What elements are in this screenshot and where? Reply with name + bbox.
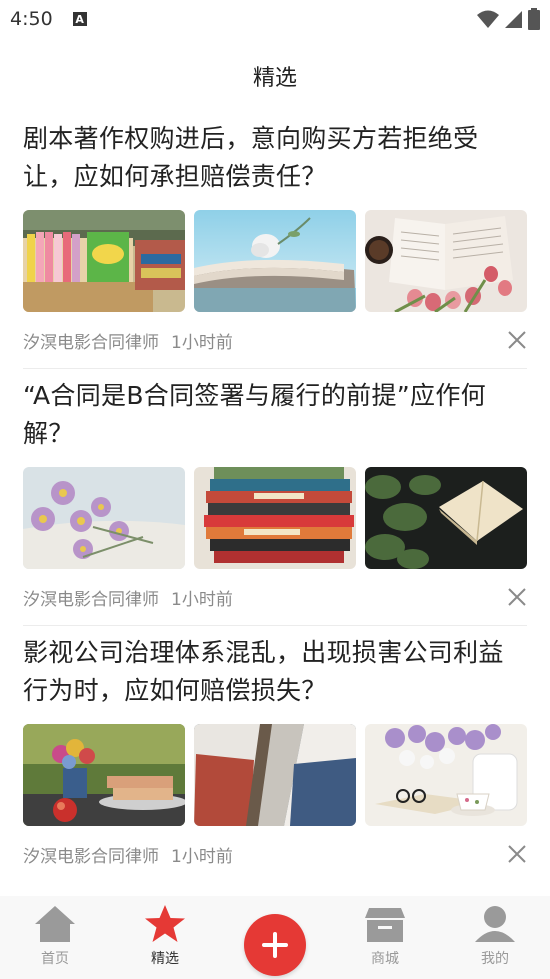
add-button[interactable]	[244, 914, 306, 976]
thumbnail-bookstore[interactable]	[23, 210, 185, 312]
tab-featured[interactable]: 精选	[120, 896, 210, 968]
dismiss-button[interactable]	[507, 844, 527, 864]
article-thumbnails	[23, 467, 527, 569]
status-bar: 4:50 A	[0, 0, 550, 38]
divider	[23, 625, 527, 626]
tab-mall-label: 商城	[371, 951, 399, 967]
article-meta: 汐溟电影合同律师 1小时前	[23, 312, 527, 368]
status-time: 4:50	[10, 8, 53, 30]
article-title[interactable]: 剧本著作权购进后，意向购买方若拒绝受让，应如何承担赔偿责任？	[23, 120, 527, 196]
thumbnail-purple-flowers[interactable]	[23, 467, 185, 569]
thumbnail-rose-on-book[interactable]	[194, 210, 356, 312]
close-icon	[508, 845, 526, 863]
battery-icon	[528, 8, 540, 30]
tab-add[interactable]	[230, 896, 320, 976]
dismiss-button[interactable]	[507, 330, 527, 350]
article-author[interactable]: 汐溟电影合同律师	[23, 842, 159, 867]
tab-mall[interactable]: 商城	[340, 896, 430, 968]
wifi-icon	[477, 10, 499, 28]
article-title[interactable]: “A合同是B合同签署与履行的前提”应作何解？	[23, 377, 527, 453]
divider	[23, 368, 527, 369]
article-card[interactable]: “A合同是B合同签署与履行的前提”应作何解？ 汐溟电影合同律师 1小时前	[0, 377, 550, 625]
bottom-tab-bar: 首页 精选 商城 我的	[0, 896, 550, 979]
article-time: 1小时前	[171, 332, 233, 353]
dismiss-button[interactable]	[507, 587, 527, 607]
article-feed: 剧本著作权购进后，意向购买方若拒绝受让，应如何承担赔偿责任？ 汐溟电影合同律师 …	[0, 112, 550, 882]
notification-icon: A	[72, 12, 87, 26]
article-title[interactable]: 影视公司治理体系混乱，出现损害公司利益行为时，应如何赔偿损失？	[23, 634, 527, 710]
close-icon	[508, 331, 526, 349]
tab-featured-label: 精选	[151, 951, 179, 967]
article-author[interactable]: 汐溟电影合同律师	[23, 585, 159, 610]
thumbnail-book-stack[interactable]	[194, 467, 356, 569]
article-meta: 汐溟电影合同律师 1小时前	[23, 826, 527, 882]
thumbnail-book-tulips[interactable]	[365, 210, 527, 312]
thumbnail-book-leaves[interactable]	[365, 467, 527, 569]
user-icon	[475, 906, 515, 942]
plus-icon	[262, 932, 288, 958]
article-time: 1小时前	[171, 589, 233, 610]
tab-mine-label: 我的	[481, 951, 509, 967]
article-thumbnails	[23, 724, 527, 826]
tab-mine[interactable]: 我的	[450, 896, 540, 968]
close-icon	[508, 588, 526, 606]
page-title: 精选	[252, 66, 297, 91]
signal-icon	[505, 11, 522, 28]
star-icon	[145, 905, 185, 942]
article-meta: 汐溟电影合同律师 1小时前	[23, 569, 527, 625]
thumbnail-open-books[interactable]	[194, 724, 356, 826]
article-thumbnails	[23, 210, 527, 312]
article-author[interactable]: 汐溟电影合同律师	[23, 328, 159, 353]
article-time: 1小时前	[171, 846, 233, 867]
thumbnail-flowers-apple[interactable]	[23, 724, 185, 826]
store-icon	[365, 908, 405, 942]
article-card[interactable]: 影视公司治理体系混乱，出现损害公司利益行为时，应如何赔偿损失？ 汐溟电影合同律师…	[0, 634, 550, 882]
tab-home[interactable]: 首页	[10, 896, 100, 968]
home-icon	[35, 906, 75, 942]
tab-home-label: 首页	[41, 951, 69, 967]
article-card[interactable]: 剧本著作权购进后，意向购买方若拒绝受让，应如何承担赔偿责任？ 汐溟电影合同律师 …	[0, 120, 550, 368]
thumbnail-lilac-teacup[interactable]	[365, 724, 527, 826]
